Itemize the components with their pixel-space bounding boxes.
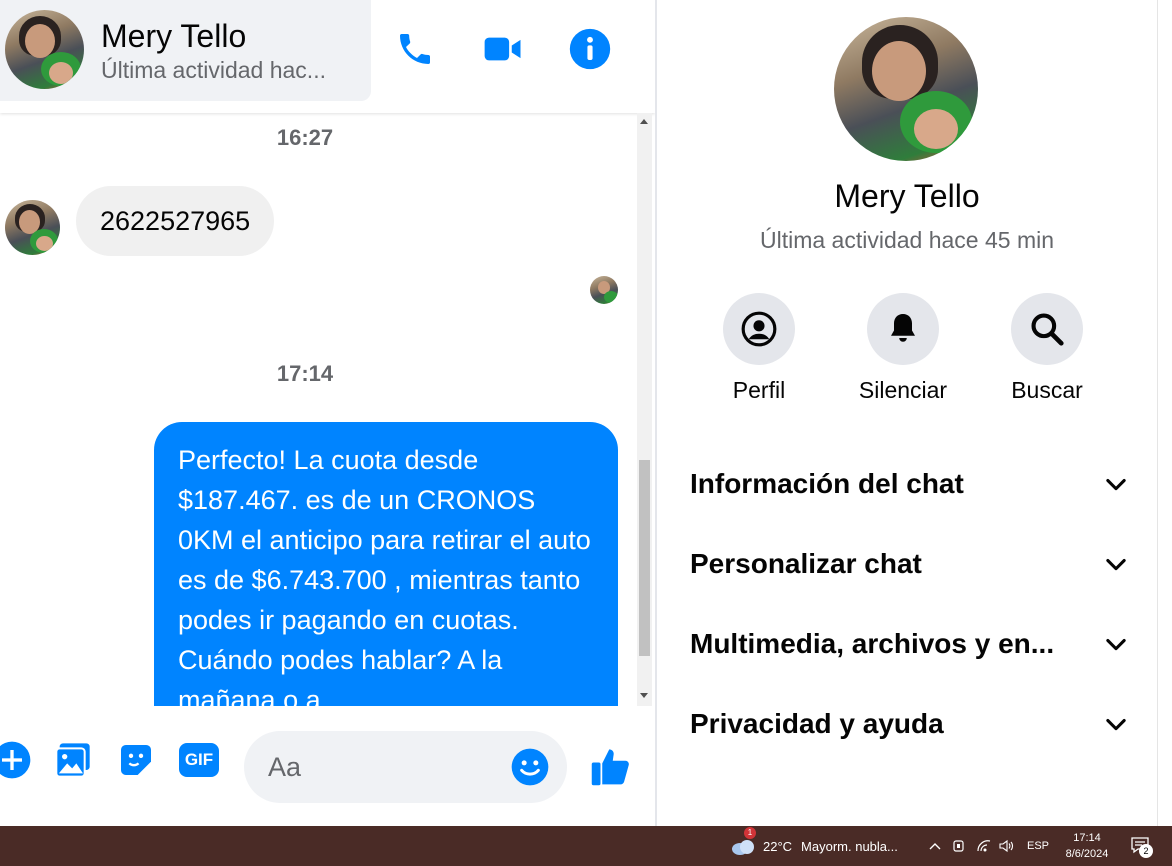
- section-title: Multimedia, archivos y en...: [690, 628, 1055, 659]
- sticker-icon: [121, 745, 151, 775]
- profile-name: Mery Tello: [834, 178, 980, 214]
- more-actions-button[interactable]: [0, 738, 34, 782]
- show-hidden-icons-button[interactable]: [928, 826, 942, 866]
- attach-media-button[interactable]: [51, 738, 95, 782]
- thumbs-up-icon: [591, 749, 629, 786]
- emoji-button[interactable]: [510, 747, 550, 787]
- window-right-edge: [1157, 0, 1172, 826]
- input-language[interactable]: ESP: [1027, 826, 1049, 866]
- mute-action-button[interactable]: Silenciar: [843, 293, 963, 404]
- phone-icon: [400, 34, 430, 64]
- conversation-info-button[interactable]: [567, 26, 613, 72]
- message-timestamp: 16:27: [276, 125, 334, 150]
- notifications-button[interactable]: 2: [1130, 826, 1153, 866]
- profile-action-button[interactable]: Perfil: [699, 293, 819, 404]
- meet-now-icon[interactable]: [952, 826, 966, 866]
- chevron-up-icon: [929, 843, 941, 850]
- like-button[interactable]: [589, 744, 633, 788]
- chevron-down-icon: [1106, 638, 1126, 651]
- weather-badge: 1: [744, 827, 756, 839]
- section-customize-chat[interactable]: Personalizar chat: [690, 534, 1130, 594]
- incoming-message[interactable]: 2622527965: [76, 186, 275, 256]
- weather-text: Mayorm. nubla...: [801, 838, 898, 854]
- scroll-down-arrow[interactable]: [640, 693, 648, 698]
- profile-action-label: Perfil: [732, 377, 786, 403]
- section-privacy-help[interactable]: Privacidad y ayuda: [690, 694, 1130, 754]
- conversation-info-panel: Mery Tello Última actividad hace 45 min …: [657, 0, 1157, 826]
- clock-date: 8/6/2024: [1065, 848, 1109, 860]
- chevron-down-icon: [1106, 558, 1126, 571]
- network-icon[interactable]: [976, 826, 992, 866]
- taskbar: 1 22°C Mayorm. nubla... ESP 17:14 8/6/20…: [0, 826, 1172, 866]
- section-title: Información del chat: [690, 468, 964, 499]
- info-icon: [569, 28, 611, 70]
- message-input-container: [244, 731, 567, 803]
- clock[interactable]: 17:14 8/6/2024: [1062, 826, 1112, 866]
- scroll-thumb[interactable]: [639, 460, 650, 656]
- audio-call-button[interactable]: [392, 26, 438, 72]
- notification-icon: 2: [1130, 836, 1153, 858]
- profile-status: Última actividad hace 45 min: [759, 227, 1055, 253]
- emoji-icon: [511, 748, 549, 786]
- sticker-button[interactable]: [114, 738, 158, 782]
- search-icon: [1031, 313, 1064, 346]
- message-scrollbar[interactable]: [637, 113, 652, 706]
- video-call-button[interactable]: [480, 26, 526, 72]
- gif-button[interactable]: GIF: [177, 738, 221, 782]
- chat-header: Mery Tello Última actividad hac...: [0, 0, 655, 113]
- profile-icon: [741, 311, 777, 347]
- section-title: Privacidad y ayuda: [690, 708, 944, 739]
- image-icon: [55, 743, 90, 778]
- contact-name: Mery Tello: [101, 18, 247, 54]
- temperature: 22°C: [763, 838, 793, 854]
- chevron-down-icon: [1106, 718, 1126, 731]
- sender-avatar: [5, 200, 60, 255]
- search-action-button[interactable]: Buscar: [987, 293, 1107, 404]
- plus-icon: [0, 741, 31, 779]
- chevron-down-icon: [1106, 478, 1126, 491]
- mute-action-circle: [867, 293, 939, 365]
- notification-count: 2: [1139, 844, 1153, 858]
- profile-avatar[interactable]: [834, 17, 978, 161]
- outgoing-message[interactable]: Perfecto! La cuota desde $187.467. es de…: [154, 422, 618, 706]
- section-title: Personalizar chat: [690, 548, 922, 579]
- volume-icon[interactable]: [998, 826, 1014, 866]
- contact-avatar: [5, 10, 84, 89]
- section-media-files[interactable]: Multimedia, archivos y en...: [690, 614, 1130, 674]
- search-action-circle: [1011, 293, 1083, 365]
- cloud-icon: 1: [730, 827, 756, 856]
- scroll-up-arrow[interactable]: [640, 119, 648, 124]
- mute-action-label: Silenciar: [858, 377, 948, 403]
- video-camera-icon: [484, 37, 521, 61]
- contact-header-button[interactable]: Mery Tello Última actividad hac...: [0, 0, 371, 101]
- weather-widget[interactable]: 1 22°C Mayorm. nubla...: [730, 826, 898, 866]
- message-input[interactable]: [268, 731, 498, 803]
- message-list[interactable]: 16:27 2622527965 17:14 Perfecto! La cuot…: [0, 113, 637, 706]
- message-timestamp: 17:14: [276, 361, 334, 386]
- contact-status: Última actividad hac...: [101, 57, 326, 83]
- chat-pane: Mery Tello Última actividad hac... 16:27…: [0, 0, 655, 826]
- clock-time: 17:14: [1073, 832, 1101, 844]
- profile-action-circle: [723, 293, 795, 365]
- bell-icon: [891, 314, 915, 342]
- search-action-label: Buscar: [1011, 377, 1083, 403]
- read-receipt-avatar: [590, 276, 618, 304]
- gif-icon: GIF: [179, 743, 219, 777]
- section-chat-info[interactable]: Información del chat: [690, 454, 1130, 514]
- composer: GIF: [0, 716, 655, 816]
- messenger-window: Mery Tello Última actividad hac... 16:27…: [0, 0, 1172, 826]
